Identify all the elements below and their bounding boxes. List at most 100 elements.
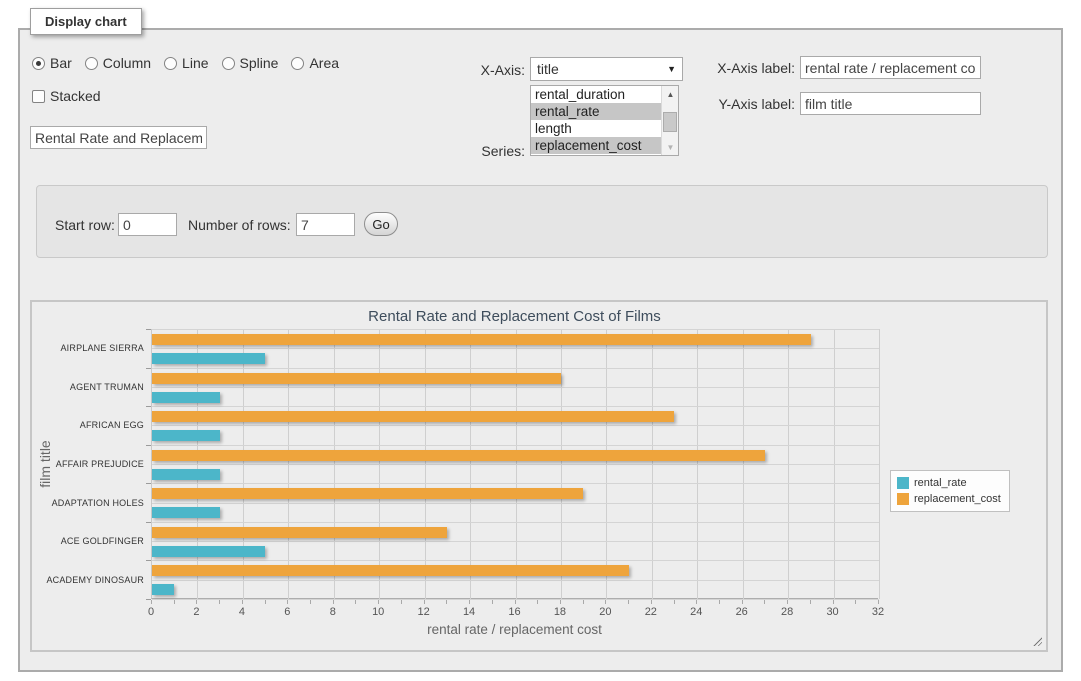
number-of-rows-input[interactable] [296, 213, 355, 236]
radio-icon[interactable] [222, 57, 235, 70]
chart-type-area[interactable]: Area [291, 55, 339, 71]
gridline [152, 503, 879, 504]
x-axis-tick-label: 32 [872, 606, 884, 618]
gridline [879, 329, 880, 599]
chart-type-area-label: Area [309, 55, 339, 71]
x-axis-selected-value: title [537, 61, 559, 77]
category-label: AFFAIR PREJUDICE [32, 458, 144, 470]
x-axis-tick [333, 600, 334, 604]
x-axis-tick [401, 600, 402, 604]
x-axis-tick-label: 4 [239, 606, 245, 618]
chart-title-input[interactable] [30, 126, 207, 149]
x-axis-tick-label: 14 [463, 606, 475, 618]
bar-rental_rate[interactable] [152, 469, 220, 480]
category-label: AIRPLANE SIERRA [32, 342, 144, 354]
x-axis-tick-label: 24 [690, 606, 702, 618]
x-axis-tick-labels: 02468101214161820222426283032 [151, 606, 879, 619]
x-axis-tick [355, 600, 356, 604]
resize-handle-icon[interactable] [1032, 636, 1042, 646]
y-axis-tick [146, 522, 151, 523]
y-axis-tick [146, 329, 151, 330]
chart-type-column-label: Column [103, 55, 151, 71]
bar-replacement_cost[interactable] [152, 334, 811, 345]
x-axis-tick [833, 600, 834, 604]
bar-replacement_cost[interactable] [152, 411, 674, 422]
chart-type-line-label: Line [182, 55, 208, 71]
series-option[interactable]: replacement_cost [531, 137, 662, 154]
x-axis-tick-label: 20 [599, 606, 611, 618]
bar-replacement_cost[interactable] [152, 527, 447, 538]
chart-type-line[interactable]: Line [164, 55, 208, 71]
chart-plot-area [151, 329, 878, 599]
chart-container: Rental Rate and Replacement Cost of Film… [30, 300, 1048, 652]
number-of-rows-label: Number of rows: [188, 217, 291, 233]
x-axis-tick [878, 600, 879, 604]
bar-rental_rate[interactable] [152, 392, 220, 403]
x-axis-tick [764, 600, 765, 604]
x-axis-tick [287, 600, 288, 604]
chart-type-column[interactable]: Column [85, 55, 151, 71]
bar-replacement_cost[interactable] [152, 373, 561, 384]
series-option[interactable]: rental_duration [531, 86, 662, 103]
x-axis-tick-label: 10 [372, 606, 384, 618]
x-axis-tick-label: 16 [508, 606, 520, 618]
start-row-label: Start row: [55, 217, 115, 233]
x-axis-label-caption: X-Axis label: [650, 60, 795, 76]
scrollbar-thumb[interactable] [663, 112, 677, 132]
legend-item[interactable]: replacement_cost [897, 491, 1001, 507]
gridline [152, 464, 879, 465]
x-axis-tick [446, 600, 447, 604]
series-option[interactable]: length [531, 120, 662, 137]
fieldset-legend-text: Display chart [45, 14, 127, 29]
gridline [152, 329, 879, 330]
x-axis-tick-label: 12 [418, 606, 430, 618]
chart-legend: rental_ratereplacement_cost [890, 470, 1010, 512]
scroll-down-icon[interactable]: ▼ [662, 139, 679, 155]
gridline [152, 348, 879, 349]
x-axis-tick [605, 600, 606, 604]
legend-swatch [897, 493, 909, 505]
gridline [152, 541, 879, 542]
y-axis-tick [146, 406, 151, 407]
chart-type-spline[interactable]: Spline [222, 55, 279, 71]
radio-icon[interactable] [291, 57, 304, 70]
go-button[interactable]: Go [364, 212, 398, 236]
stacked-checkbox-row[interactable]: Stacked [32, 88, 101, 104]
radio-icon[interactable] [32, 57, 45, 70]
gridline [152, 406, 879, 407]
bar-replacement_cost[interactable] [152, 488, 583, 499]
bar-rental_rate[interactable] [152, 353, 265, 364]
stacked-checkbox[interactable] [32, 90, 45, 103]
start-row-input[interactable] [118, 213, 177, 236]
fieldset-legend: Display chart [30, 8, 142, 35]
bar-rental_rate[interactable] [152, 546, 265, 557]
gridline [152, 445, 879, 446]
bar-rental_rate[interactable] [152, 507, 220, 518]
gridline [152, 560, 879, 561]
radio-icon[interactable] [164, 57, 177, 70]
y-axis-label-input[interactable] [800, 92, 981, 115]
x-axis-tick-label: 30 [826, 606, 838, 618]
category-label: ACE GOLDFINGER [32, 535, 144, 547]
chart-type-bar[interactable]: Bar [32, 55, 72, 71]
category-label: ADAPTATION HOLES [32, 497, 144, 509]
chart-type-spline-label: Spline [240, 55, 279, 71]
x-axis-tick [469, 600, 470, 604]
y-axis-tick [146, 560, 151, 561]
legend-item[interactable]: rental_rate [897, 475, 1001, 491]
gridline [152, 580, 879, 581]
page: Display chart Bar Column Line Spline Are… [0, 0, 1081, 681]
bar-rental_rate[interactable] [152, 584, 174, 595]
stacked-label: Stacked [50, 88, 101, 104]
x-axis-tick [560, 600, 561, 604]
gridline [152, 522, 879, 523]
x-axis-label-input[interactable] [800, 56, 981, 79]
y-axis-tick [146, 483, 151, 484]
radio-icon[interactable] [85, 57, 98, 70]
bar-replacement_cost[interactable] [152, 565, 629, 576]
chart-x-axis-title: rental rate / replacement cost [151, 622, 878, 637]
series-option[interactable]: rental_rate [531, 103, 662, 120]
bar-rental_rate[interactable] [152, 430, 220, 441]
bar-replacement_cost[interactable] [152, 450, 765, 461]
y-axis-tick [146, 445, 151, 446]
